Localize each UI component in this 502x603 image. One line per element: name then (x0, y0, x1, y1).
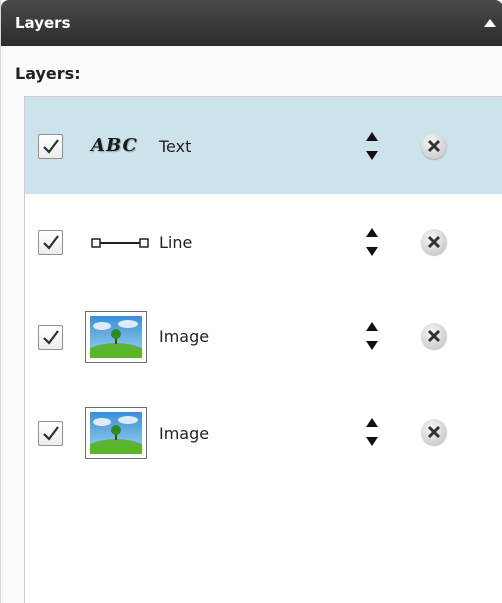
delete-layer-button[interactable] (421, 133, 447, 159)
layers-panel: Layers Layers: ABC Text Line Image Image (0, 0, 502, 603)
delete-layer-button[interactable] (421, 229, 447, 255)
image-layer-thumbnail (85, 407, 147, 459)
delete-layer-button[interactable] (421, 419, 447, 445)
panel-header[interactable]: Layers (1, 0, 502, 46)
checkmark-icon (43, 426, 59, 441)
visibility-checkbox[interactable] (38, 134, 63, 159)
close-icon (427, 329, 441, 343)
delete-layer-button[interactable] (421, 323, 447, 349)
reorder-arrows-icon[interactable] (365, 417, 379, 447)
visibility-checkbox[interactable] (38, 325, 63, 350)
layer-row-image[interactable]: Image (25, 388, 502, 485)
checkmark-icon (43, 330, 59, 345)
reorder-arrows-icon[interactable] (365, 227, 379, 257)
panel-title: Layers (15, 14, 71, 32)
line-layer-icon (91, 238, 149, 248)
layer-row-image[interactable]: Image (25, 291, 502, 388)
visibility-checkbox[interactable] (38, 421, 63, 446)
checkmark-icon (43, 235, 59, 250)
section-label: Layers: (15, 64, 81, 83)
text-layer-icon: ABC (91, 135, 138, 156)
landscape-icon (90, 316, 142, 358)
checkmark-icon (43, 139, 59, 154)
layer-row-text[interactable]: ABC Text (25, 97, 502, 194)
close-icon (427, 139, 441, 153)
visibility-checkbox[interactable] (38, 230, 63, 255)
layers-list: ABC Text Line Image Image (24, 96, 502, 603)
reorder-arrows-icon[interactable] (365, 321, 379, 351)
layer-label: Text (159, 137, 192, 156)
reorder-arrows-icon[interactable] (365, 131, 379, 161)
collapse-arrow-icon[interactable] (483, 18, 497, 28)
layer-label: Image (159, 327, 210, 346)
close-icon (427, 425, 441, 439)
layer-label: Image (159, 424, 210, 443)
landscape-icon (90, 412, 142, 454)
image-layer-thumbnail (85, 311, 147, 363)
layer-row-line[interactable]: Line (25, 194, 502, 291)
layer-label: Line (159, 233, 193, 252)
close-icon (427, 235, 441, 249)
